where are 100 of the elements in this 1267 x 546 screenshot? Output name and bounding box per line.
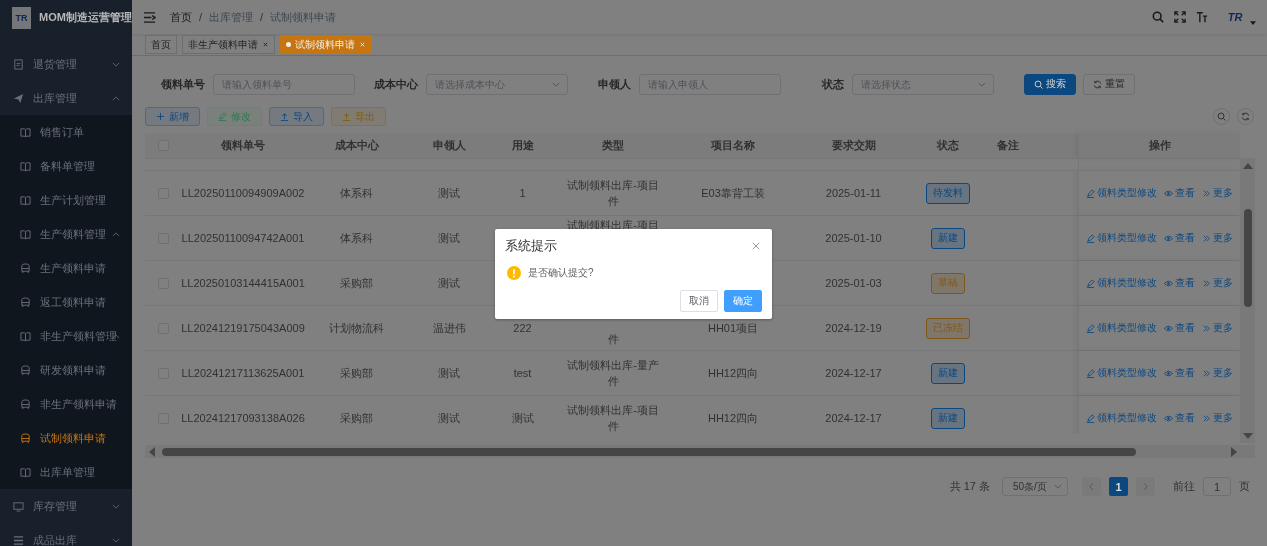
page-tab[interactable]: 首页	[145, 35, 177, 54]
table-cell: 计划物流科	[329, 320, 384, 336]
column-header: 用途	[511, 138, 534, 153]
menu-item[interactable]: 出库单管理	[0, 455, 132, 489]
action-link[interactable]: 领料类型修改	[1086, 411, 1157, 425]
menu-item[interactable]: 销售订单	[0, 115, 132, 149]
search-icon[interactable]	[1152, 11, 1164, 23]
action-link[interactable]: 领料类型修改	[1086, 321, 1157, 335]
action-link[interactable]: 更多	[1202, 186, 1233, 200]
pencil-icon	[1086, 233, 1095, 243]
field-label: 成本中心	[373, 76, 419, 92]
page-tab[interactable]: 试制领料申请	[280, 35, 372, 54]
total-count: 共 17 条	[949, 479, 990, 494]
double-chevron-icon	[1202, 368, 1211, 378]
search-button[interactable]: 搜索	[1024, 73, 1076, 95]
previous-page-button[interactable]	[1082, 477, 1101, 496]
bus-icon	[20, 296, 31, 308]
cancel-button[interactable]: 取消	[680, 290, 718, 312]
table-cell: 测试	[511, 410, 534, 426]
horizontal-scrollbar[interactable]	[145, 445, 1255, 458]
menu-item[interactable]: 非生产领料申请	[0, 387, 132, 421]
paper-plane-icon	[13, 92, 24, 104]
action-link[interactable]: 查看	[1164, 321, 1195, 335]
table-cell: 测试	[438, 410, 460, 426]
close-icon[interactable]	[752, 242, 760, 250]
action-link[interactable]: 领料类型修改	[1086, 186, 1157, 200]
table-cell: 温进伟	[432, 320, 466, 336]
eye-icon	[1164, 413, 1173, 423]
page-tab[interactable]: 非生产领料申请	[182, 35, 275, 54]
field-label: 领料单号	[160, 76, 206, 92]
table-cell: 2024-12-19	[825, 322, 882, 334]
bus-icon	[20, 432, 31, 444]
close-icon[interactable]	[262, 41, 269, 48]
refresh-icon	[1241, 112, 1250, 121]
table-cell: HH12四向	[707, 365, 759, 381]
breadcrumb-item[interactable]: 首页	[170, 9, 192, 25]
status-tag: 新建	[930, 407, 965, 429]
menu-item[interactable]: 试制领料申请	[0, 421, 132, 455]
caret-icon[interactable]	[1250, 21, 1256, 25]
book-icon	[20, 194, 31, 206]
column-header: 类型	[602, 138, 624, 153]
table-cell-text: 试制领料出库-项目件	[566, 177, 660, 209]
confirm-button[interactable]: 确定	[724, 290, 762, 312]
action-link[interactable]: 查看	[1164, 411, 1195, 425]
fullscreen-icon[interactable]	[1174, 11, 1186, 23]
action-link[interactable]: 更多	[1202, 411, 1233, 425]
page-input[interactable]: 1	[1203, 477, 1231, 496]
menu-item[interactable]: 返工领料申请	[0, 285, 132, 319]
action-link[interactable]: 查看	[1164, 231, 1195, 245]
toolbar-button[interactable]: 新增	[145, 107, 200, 126]
action-link[interactable]: 查看	[1164, 186, 1195, 200]
table-cell: 测试	[438, 185, 460, 201]
table-cell: 采购部	[340, 365, 373, 381]
chevron-right-icon	[1141, 482, 1150, 491]
table-cell: HH12四向	[707, 410, 759, 426]
table-cell: 222	[513, 322, 532, 334]
action-link[interactable]: 领料类型修改	[1086, 366, 1157, 380]
plus-icon	[156, 112, 165, 121]
next-page-button[interactable]	[1136, 477, 1155, 496]
action-link[interactable]: 领料类型修改	[1086, 231, 1157, 245]
table-cell: test	[513, 367, 532, 379]
table-cell: 2024-12-17	[825, 367, 882, 379]
status-tag: 新建	[930, 227, 965, 249]
menu-item[interactable]: 备料单管理	[0, 149, 132, 183]
action-link[interactable]: 更多	[1202, 321, 1233, 335]
page-number-button[interactable]: 1	[1109, 477, 1128, 496]
eye-icon	[1164, 188, 1173, 198]
vertical-scrollbar[interactable]	[1240, 158, 1255, 443]
pencil-icon	[1086, 188, 1095, 198]
menu-item[interactable]: 研发领料申请	[0, 353, 132, 387]
toolbar-button[interactable]: 导入	[269, 107, 324, 126]
menu-item[interactable]: 生产领料管理	[0, 217, 132, 251]
table-cell: 体系科	[340, 230, 373, 246]
book-icon	[20, 126, 31, 138]
logo: TR	[12, 6, 32, 29]
search-toggle-button[interactable]	[1213, 108, 1230, 125]
table-cell: 1	[519, 187, 526, 199]
action-link[interactable]: 领料类型修改	[1086, 276, 1157, 290]
table-cell: E03靠背工装	[701, 185, 765, 201]
action-link[interactable]: 更多	[1202, 231, 1233, 245]
action-link[interactable]: 更多	[1202, 366, 1233, 380]
action-link[interactable]: 查看	[1164, 276, 1195, 290]
column-header: 状态	[936, 138, 959, 153]
menu-item[interactable]: 生产计划管理	[0, 183, 132, 217]
action-link[interactable]: 更多	[1202, 276, 1233, 290]
font-size-icon[interactable]	[1196, 11, 1208, 23]
bus-icon	[20, 262, 31, 274]
menu-item[interactable]: 非生产领料管理	[0, 319, 132, 353]
table-cell: 2025-01-10	[825, 232, 882, 244]
page-size-select[interactable]: 50条/页	[1002, 477, 1068, 496]
reset-button[interactable]: 重置	[1083, 73, 1135, 95]
chevron-down-icon	[978, 81, 986, 87]
pencil-icon	[1086, 323, 1095, 333]
action-link[interactable]: 查看	[1164, 366, 1195, 380]
menu-item[interactable]: 生产领料申请	[0, 251, 132, 285]
double-chevron-icon	[1202, 188, 1211, 198]
table-cell: 体系科	[340, 185, 373, 201]
refresh-button[interactable]	[1237, 108, 1254, 125]
user-avatar[interactable]: TR	[1224, 10, 1246, 24]
menu-icon[interactable]	[143, 11, 156, 23]
